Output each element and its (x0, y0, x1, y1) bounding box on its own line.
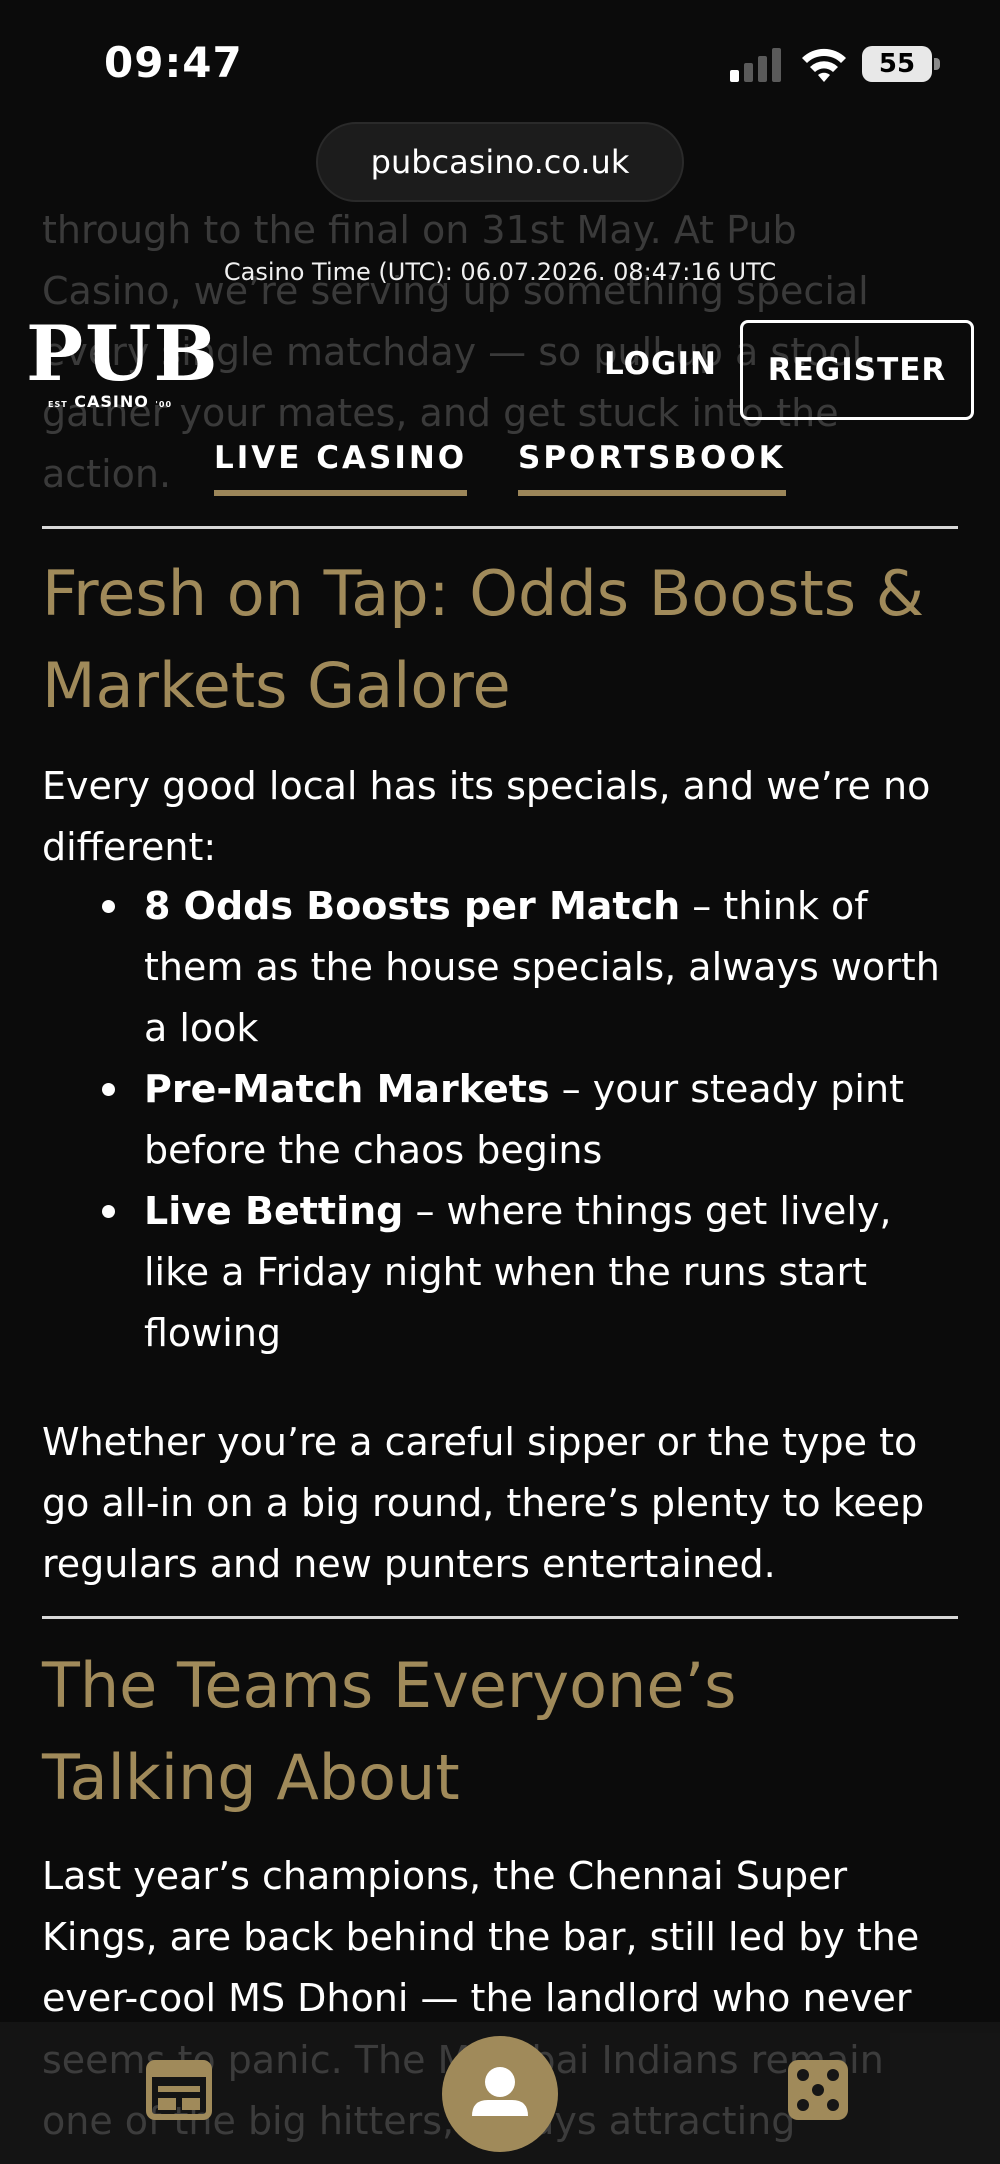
calendar-icon[interactable] (146, 2060, 212, 2120)
list-item: 8 Odds Boosts per Match – think of them … (42, 876, 962, 1059)
features-list: 8 Odds Boosts per Match – think of them … (42, 876, 962, 1364)
section-intro: Every good local has its specials, and w… (42, 764, 931, 869)
section-divider (42, 526, 958, 529)
tab-live-casino[interactable]: LIVE CASINO (214, 440, 468, 496)
logo-sub-word: CASINO (74, 392, 149, 411)
section-divider (42, 1616, 958, 1619)
wifi-icon (802, 48, 846, 82)
heading-line: The Teams Everyone’s (42, 1649, 737, 1722)
logo-year: '00 (155, 400, 173, 409)
tab-sportsbook[interactable]: SPORTSBOOK (518, 440, 786, 496)
bullet-title: Live Betting (144, 1189, 404, 1233)
register-button[interactable]: REGISTER (740, 320, 974, 420)
status-time: 09:47 (104, 38, 243, 87)
section-body: Last year’s champions, the Chennai Super… (42, 1854, 920, 2020)
bullet-title: 8 Odds Boosts per Match (144, 884, 681, 928)
faded-line: through to the final on 31st May. At Pub (42, 208, 797, 252)
faded-line: action. (42, 452, 172, 496)
cellular-signal-icon (730, 48, 781, 82)
section-heading: The Teams Everyone’s Talking About (42, 1640, 962, 1824)
logo-sub: EST CASINO '00 (26, 392, 194, 411)
heading-line: Markets Galore (42, 649, 511, 722)
dice-icon[interactable] (788, 2060, 848, 2120)
battery-indicator: 55 (862, 46, 932, 82)
logo-word: PUB (26, 309, 220, 398)
profile-icon (472, 2067, 528, 2116)
list-item: Live Betting – where things get lively, … (42, 1181, 962, 1364)
heading-line: Talking About (42, 1741, 460, 1814)
section-closing: Whether you’re a careful sipper or the t… (42, 1420, 925, 1586)
logo-est: EST (47, 400, 68, 409)
list-item: Pre-Match Markets – your steady pint bef… (42, 1059, 962, 1181)
profile-button[interactable] (442, 2036, 558, 2152)
heading-line: Fresh on Tap: Odds Boosts & (42, 557, 925, 630)
battery-tip (934, 58, 940, 70)
section-heading: Fresh on Tap: Odds Boosts & Markets Galo… (42, 548, 962, 732)
pub-casino-logo[interactable]: PUB EST CASINO '00 (26, 309, 220, 412)
bullet-title: Pre-Match Markets (144, 1067, 550, 1111)
address-bar[interactable]: pubcasino.co.uk (316, 122, 684, 202)
status-bar: 09:47 55 (0, 0, 1000, 120)
login-button[interactable]: LOGIN (604, 346, 717, 382)
casino-time: Casino Time (UTC): 06.07.2026. 08:47:16 … (223, 258, 777, 286)
